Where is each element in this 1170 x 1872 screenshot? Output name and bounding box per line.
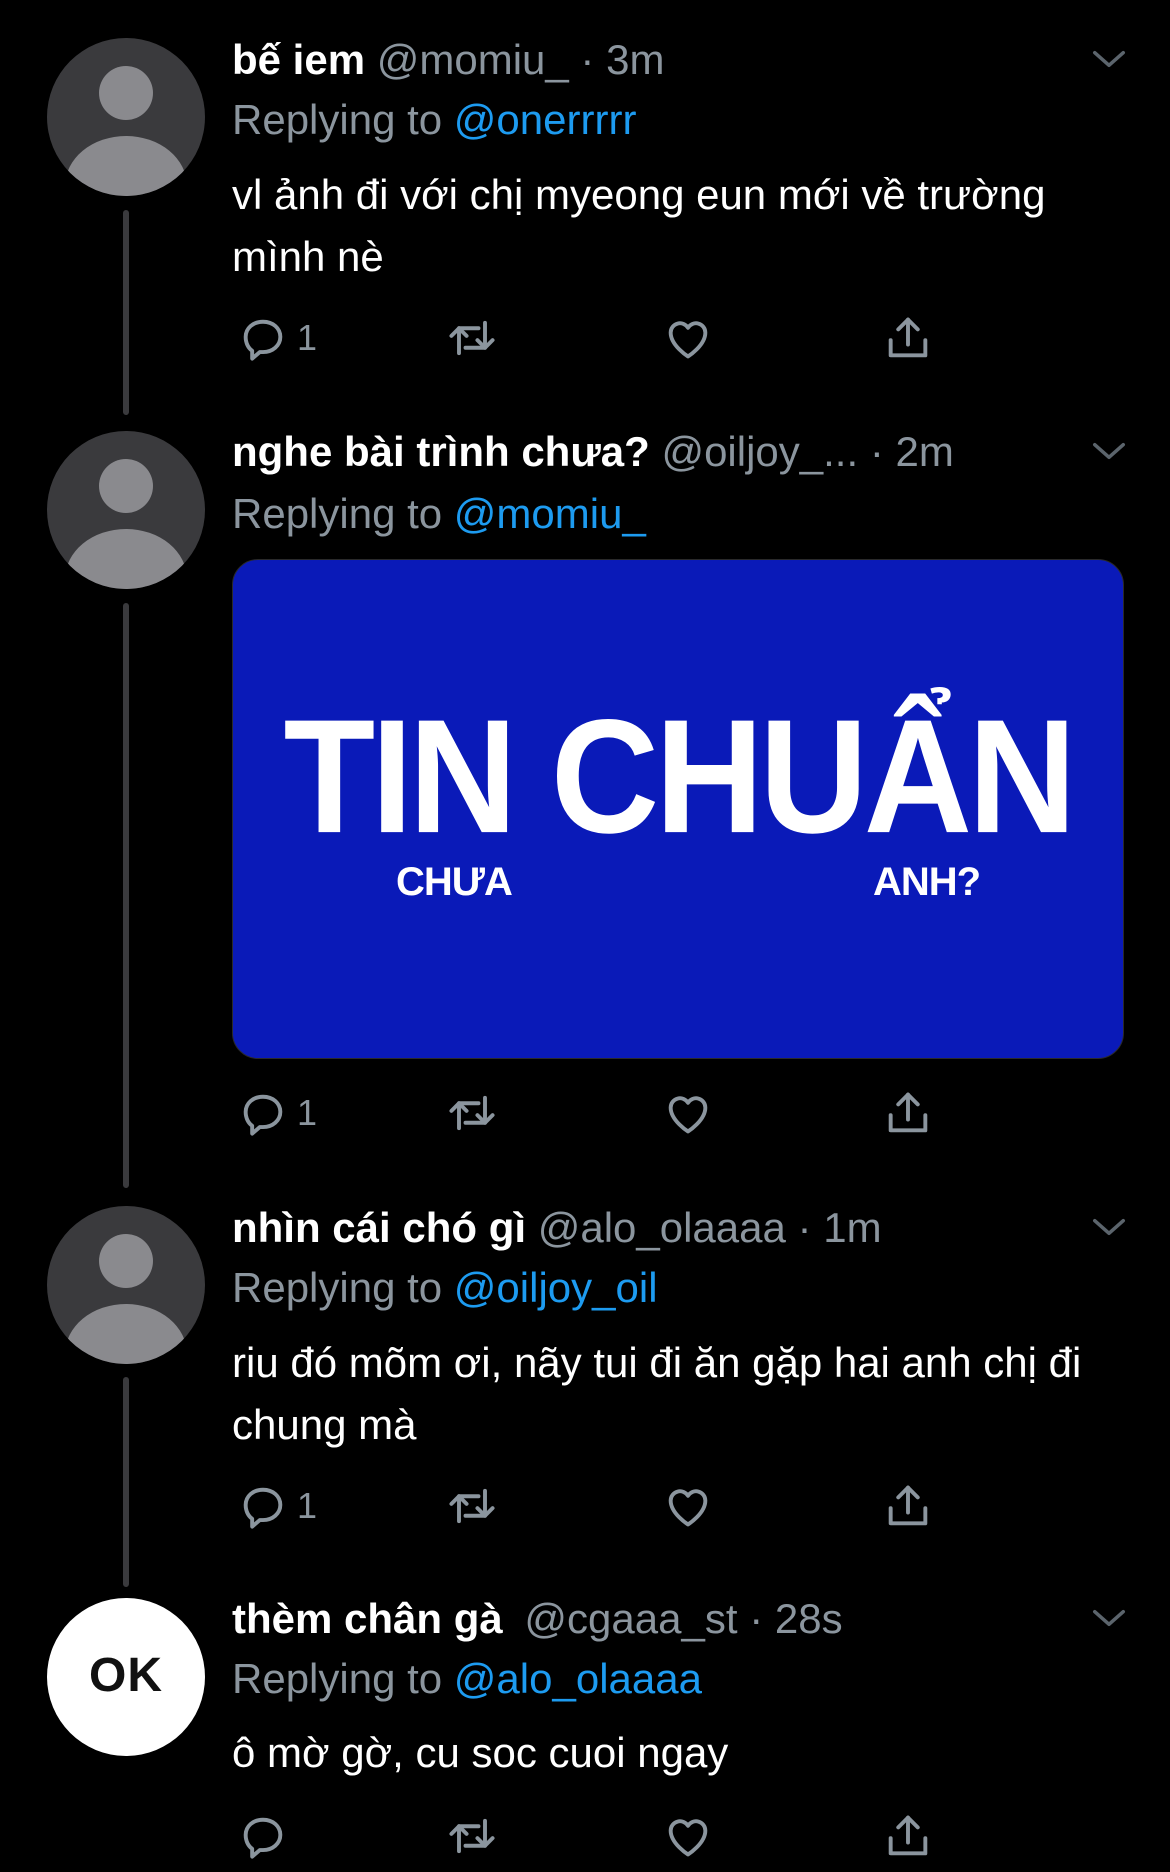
like-action[interactable] — [662, 1083, 714, 1143]
share-action[interactable] — [882, 1476, 934, 1536]
like-action[interactable] — [662, 1806, 714, 1866]
replying-to-mention[interactable]: @oiljoy_oil — [454, 1264, 658, 1311]
media-title: TIN CHUẨN — [283, 685, 1077, 867]
display-name[interactable]: bế iem — [232, 36, 365, 83]
replying-to-label: Replying to — [232, 490, 443, 537]
tweet[interactable]: OK thèm chân gà @cgaaa_st · 28s Replying… — [0, 1570, 1170, 1872]
tweet-actions: 1 — [232, 308, 972, 368]
retweet-icon — [449, 320, 495, 356]
retweet-action[interactable] — [446, 1083, 498, 1143]
reply-action[interactable]: 1 — [237, 308, 317, 368]
reply-count: 1 — [297, 1485, 318, 1526]
reply-icon — [243, 1817, 283, 1859]
replying-to-mention[interactable]: @onerrrrr — [454, 96, 637, 143]
replying-to-label: Replying to — [232, 1264, 443, 1311]
tweet[interactable]: nghe bài trình chưa? @oiljoy_... · 2m Re… — [0, 400, 1170, 1180]
tweet[interactable]: nhìn cái chó gì @alo_olaaaa · 1m Replyin… — [0, 1180, 1170, 1570]
retweet-icon — [449, 1488, 495, 1524]
reply-action[interactable]: 1 — [237, 1476, 317, 1536]
tweet-text: riu đó mõm ơi, nãy tui đi ăn gặp hai anh… — [232, 1339, 1082, 1448]
reply-icon — [243, 1094, 283, 1136]
avatar-head — [99, 1234, 153, 1288]
username[interactable]: @oiljoy_... — [661, 428, 858, 475]
replying-to-mention[interactable]: @alo_olaaaa — [454, 1655, 702, 1702]
chevron-down-icon[interactable] — [1090, 432, 1128, 470]
replying-to: Replying to @oiljoy_oil — [232, 1263, 658, 1313]
avatar-ok-text: OK — [89, 1649, 163, 1702]
tweet-header: nhìn cái chó gì @alo_olaaaa · 1m — [232, 1203, 882, 1253]
like-icon — [668, 1819, 708, 1857]
replying-to-label: Replying to — [232, 1655, 443, 1702]
avatar[interactable]: OK — [47, 1598, 205, 1756]
retweet-icon — [449, 1095, 495, 1131]
avatar-body — [65, 1304, 187, 1364]
chevron-down-icon[interactable] — [1090, 1599, 1128, 1637]
avatar-body — [65, 529, 187, 589]
username[interactable]: @cgaaa_st — [524, 1595, 737, 1642]
media-caption-left: CHƯA — [396, 860, 513, 904]
avatar-head — [99, 459, 153, 513]
tweet-text: vl ảnh đi với chị myeong eun mới về trườ… — [232, 171, 1046, 280]
tweet-header: thèm chân gà @cgaaa_st · 28s — [232, 1594, 843, 1644]
reply-action[interactable] — [237, 1806, 289, 1866]
share-icon — [888, 1092, 928, 1133]
timestamp[interactable]: 1m — [823, 1204, 881, 1251]
share-icon — [888, 1815, 928, 1856]
separator-dot: · — [749, 1595, 764, 1642]
tweet-media-image[interactable]: TIN CHUẨN CHƯA ANH? — [232, 559, 1124, 1059]
reply-icon — [243, 1487, 283, 1529]
timestamp[interactable]: 28s — [775, 1595, 843, 1642]
chevron-down-icon[interactable] — [1090, 40, 1128, 78]
tweet-actions: 1 — [232, 1476, 972, 1536]
retweet-action[interactable] — [446, 1476, 498, 1536]
tweet-actions: 1 — [232, 1083, 972, 1143]
timestamp[interactable]: 3m — [606, 36, 664, 83]
avatar-head — [99, 66, 153, 120]
avatar-body — [65, 136, 187, 196]
display-name[interactable]: nghe bài trình chưa? — [232, 428, 650, 475]
username[interactable]: @alo_olaaaa — [538, 1204, 786, 1251]
like-action[interactable] — [662, 1476, 714, 1536]
avatar[interactable] — [47, 431, 205, 589]
share-action[interactable] — [882, 1083, 934, 1143]
like-icon — [668, 1489, 708, 1527]
reply-action[interactable]: 1 — [237, 1083, 317, 1143]
like-icon — [668, 1096, 708, 1134]
tweet-header: bế iem @momiu_ · 3m — [232, 35, 664, 85]
avatar[interactable] — [47, 1206, 205, 1364]
display-name[interactable]: nhìn cái chó gì — [232, 1204, 526, 1251]
retweet-action[interactable] — [446, 1806, 498, 1866]
share-icon — [888, 1485, 928, 1526]
tweet[interactable]: bế iem @momiu_ · 3m Replying to @onerrrr… — [0, 0, 1170, 400]
tweet-actions — [232, 1806, 972, 1866]
timestamp[interactable]: 2m — [896, 428, 954, 475]
reply-count: 1 — [297, 1092, 318, 1133]
separator-dot: · — [869, 428, 884, 475]
reply-icon — [243, 319, 283, 361]
display-name[interactable]: thèm chân gà — [232, 1595, 503, 1642]
replying-to: Replying to @momiu_ — [232, 489, 646, 539]
reply-count: 1 — [297, 317, 318, 358]
tweet-header: nghe bài trình chưa? @oiljoy_... · 2m — [232, 427, 954, 477]
share-icon — [888, 317, 928, 358]
media-caption-right: ANH? — [873, 860, 981, 904]
replying-to-label: Replying to — [232, 96, 443, 143]
replying-to-mention[interactable]: @momiu_ — [454, 490, 646, 537]
replying-to: Replying to @onerrrrr — [232, 95, 636, 145]
retweet-action[interactable] — [446, 308, 498, 368]
tweet-text: ô mờ gờ, cu soc cuoi ngay — [232, 1729, 729, 1776]
share-action[interactable] — [882, 1806, 934, 1866]
separator-dot: · — [580, 36, 595, 83]
chevron-down-icon[interactable] — [1090, 1208, 1128, 1246]
avatar[interactable] — [47, 38, 205, 196]
like-action[interactable] — [662, 308, 714, 368]
share-action[interactable] — [882, 308, 934, 368]
retweet-icon — [449, 1818, 495, 1854]
replying-to: Replying to @alo_olaaaa — [232, 1654, 702, 1704]
separator-dot: · — [797, 1204, 812, 1251]
username[interactable]: @momiu_ — [377, 36, 569, 83]
like-icon — [668, 321, 708, 359]
